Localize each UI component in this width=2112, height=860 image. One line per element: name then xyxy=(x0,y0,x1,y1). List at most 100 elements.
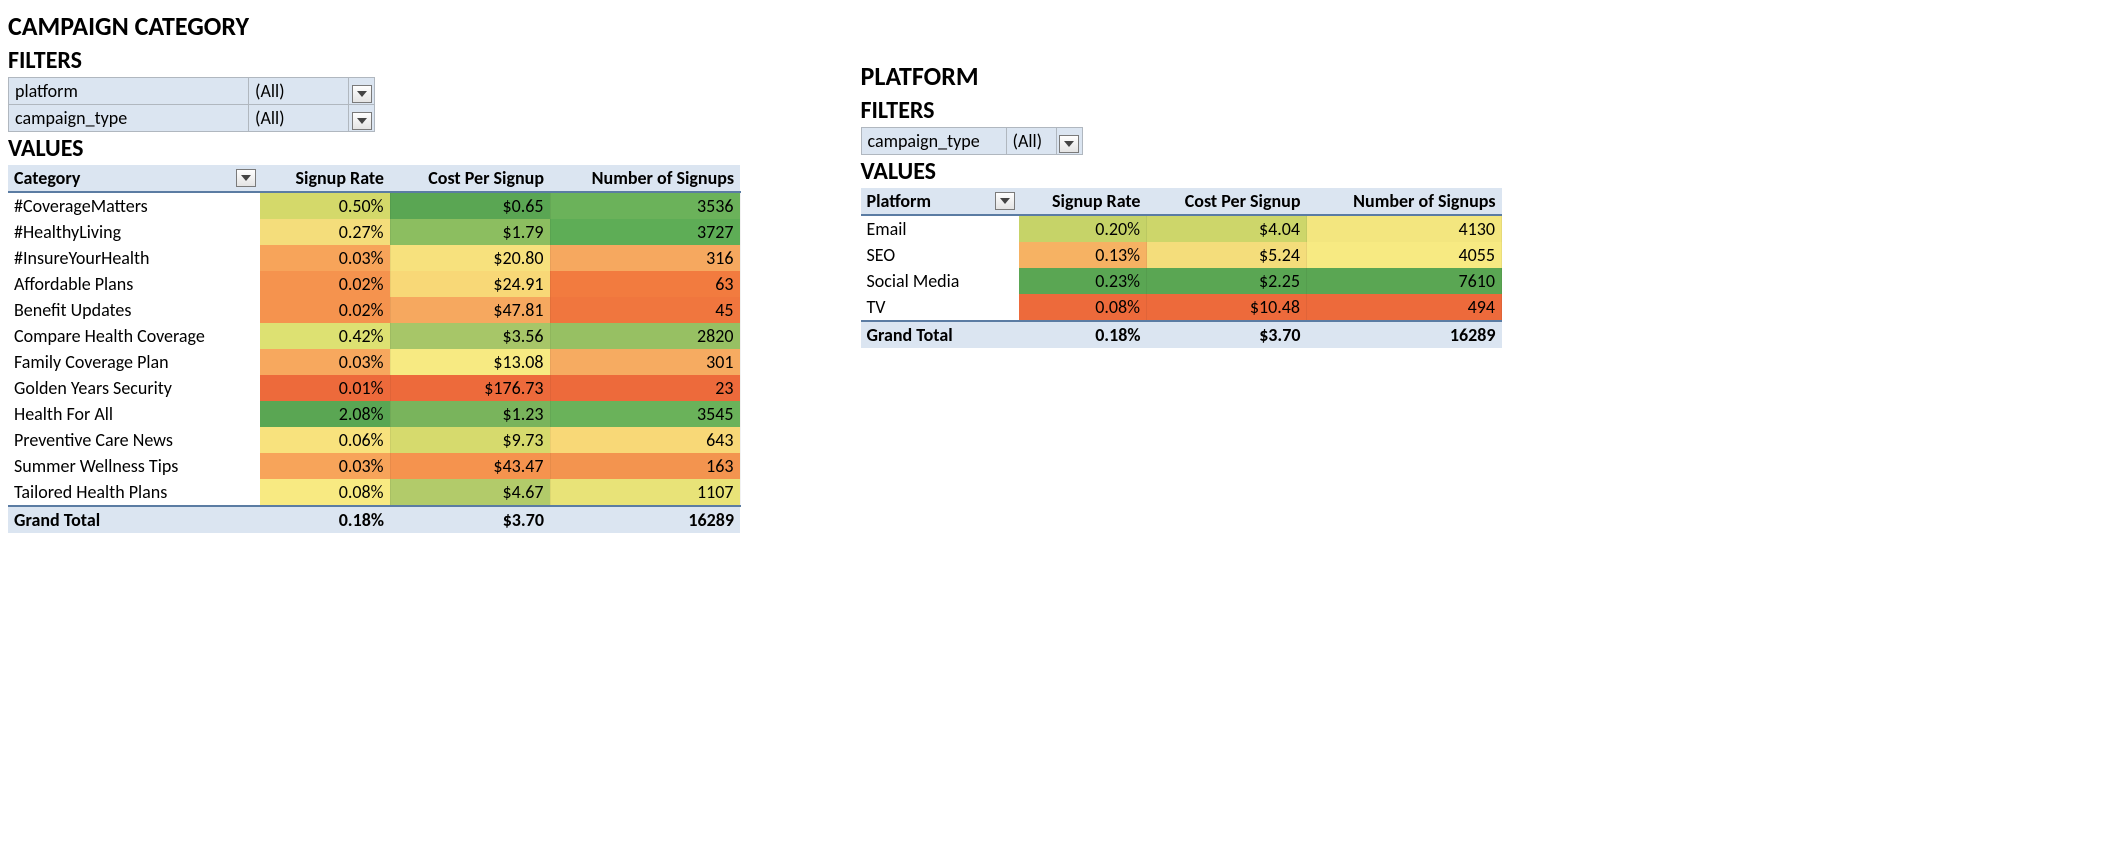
table-row: #CoverageMatters0.50%$0.653536 xyxy=(8,192,740,219)
cell-signup-rate: 0.13% xyxy=(1019,242,1147,268)
total-signups: 16289 xyxy=(1307,321,1502,348)
table-row: #InsureYourHealth0.03%$20.80316 xyxy=(8,245,740,271)
filter-dropdown-button[interactable] xyxy=(352,112,372,130)
table-row: Golden Years Security0.01%$176.7323 xyxy=(8,375,740,401)
chevron-down-icon xyxy=(357,118,367,124)
row-label: Tailored Health Plans xyxy=(8,479,260,506)
cell-signup-rate: 0.03% xyxy=(260,245,390,271)
filter-label: campaign_type xyxy=(9,105,249,132)
cell-cost-per-signup: $20.80 xyxy=(390,245,550,271)
chevron-down-icon xyxy=(357,91,367,97)
filter-value: (All) xyxy=(1006,128,1056,155)
filters-table-right: campaign_type (All) xyxy=(861,127,1083,155)
table-row: Email0.20%$4.044130 xyxy=(861,215,1502,242)
total-cost: $3.70 xyxy=(1147,321,1307,348)
table-row: Summer Wellness Tips0.03%$43.47163 xyxy=(8,453,740,479)
cell-cost-per-signup: $4.04 xyxy=(1147,215,1307,242)
table-row: Affordable Plans0.02%$24.9163 xyxy=(8,271,740,297)
cell-cost-per-signup: $2.25 xyxy=(1147,268,1307,294)
header-cost-per-signup: Cost Per Signup xyxy=(1147,188,1307,215)
cell-cost-per-signup: $1.79 xyxy=(390,219,550,245)
cell-number-of-signups: 3545 xyxy=(550,401,740,427)
cell-cost-per-signup: $4.67 xyxy=(390,479,550,506)
chevron-down-icon xyxy=(1064,141,1074,147)
cell-number-of-signups: 1107 xyxy=(550,479,740,506)
cell-signup-rate: 2.08% xyxy=(260,401,390,427)
cell-cost-per-signup: $10.48 xyxy=(1147,294,1307,321)
total-label: Grand Total xyxy=(8,506,260,533)
row-label: Summer Wellness Tips xyxy=(8,453,260,479)
cell-number-of-signups: 643 xyxy=(550,427,740,453)
cell-signup-rate: 0.02% xyxy=(260,297,390,323)
cell-cost-per-signup: $24.91 xyxy=(390,271,550,297)
total-signups: 16289 xyxy=(550,506,740,533)
chevron-down-icon xyxy=(241,175,251,181)
total-rate: 0.18% xyxy=(1019,321,1147,348)
cell-number-of-signups: 23 xyxy=(550,375,740,401)
row-label: Preventive Care News xyxy=(8,427,260,453)
cell-cost-per-signup: $9.73 xyxy=(390,427,550,453)
cell-number-of-signups: 63 xyxy=(550,271,740,297)
row-label: #InsureYourHealth xyxy=(8,245,260,271)
header-platform[interactable]: Platform xyxy=(861,188,1019,215)
header-label: Platform xyxy=(867,190,932,212)
cell-number-of-signups: 4130 xyxy=(1307,215,1502,242)
filter-dropdown-button[interactable] xyxy=(1059,135,1079,153)
filter-row-campaign-type: campaign_type (All) xyxy=(9,105,375,132)
row-label: Compare Health Coverage xyxy=(8,323,260,349)
header-cost-per-signup: Cost Per Signup xyxy=(390,165,550,192)
row-label: #CoverageMatters xyxy=(8,192,260,219)
filter-row-platform: platform (All) xyxy=(9,78,375,105)
header-number-of-signups: Number of Signups xyxy=(1307,188,1502,215)
header-number-of-signups: Number of Signups xyxy=(550,165,740,192)
filters-table-left: platform (All) campaign_type (All) xyxy=(8,77,375,132)
cell-signup-rate: 0.01% xyxy=(260,375,390,401)
table-header-row: Category Signup Rate Cost Per Signup Num… xyxy=(8,165,740,192)
cell-cost-per-signup: $13.08 xyxy=(390,349,550,375)
platform-block: PLATFORM FILTERS campaign_type (All) VAL… xyxy=(861,58,1503,348)
header-category[interactable]: Category xyxy=(8,165,260,192)
cell-number-of-signups: 163 xyxy=(550,453,740,479)
total-label: Grand Total xyxy=(861,321,1019,348)
row-label: Affordable Plans xyxy=(8,271,260,297)
table-row: Family Coverage Plan0.03%$13.08301 xyxy=(8,349,740,375)
cell-number-of-signups: 4055 xyxy=(1307,242,1502,268)
table-row: Compare Health Coverage0.42%$3.562820 xyxy=(8,323,740,349)
values-title-right: VALUES xyxy=(861,157,1503,186)
cell-cost-per-signup: $5.24 xyxy=(1147,242,1307,268)
cell-signup-rate: 0.08% xyxy=(260,479,390,506)
header-dropdown-button[interactable] xyxy=(995,192,1015,210)
cell-number-of-signups: 7610 xyxy=(1307,268,1502,294)
row-label: Golden Years Security xyxy=(8,375,260,401)
filters-title-right: FILTERS xyxy=(861,96,1503,125)
cell-signup-rate: 0.20% xyxy=(1019,215,1147,242)
table-row: Health For All2.08%$1.233545 xyxy=(8,401,740,427)
cell-signup-rate: 0.50% xyxy=(260,192,390,219)
cell-number-of-signups: 494 xyxy=(1307,294,1502,321)
cell-cost-per-signup: $0.65 xyxy=(390,192,550,219)
cell-signup-rate: 0.27% xyxy=(260,219,390,245)
cell-number-of-signups: 45 xyxy=(550,297,740,323)
grand-total-row: Grand Total 0.18% $3.70 16289 xyxy=(8,506,740,533)
cell-cost-per-signup: $47.81 xyxy=(390,297,550,323)
table-row: SEO0.13%$5.244055 xyxy=(861,242,1502,268)
cell-cost-per-signup: $43.47 xyxy=(390,453,550,479)
total-cost: $3.70 xyxy=(390,506,550,533)
row-label: Email xyxy=(861,215,1019,242)
table-row: Preventive Care News0.06%$9.73643 xyxy=(8,427,740,453)
row-label: TV xyxy=(861,294,1019,321)
row-label: Benefit Updates xyxy=(8,297,260,323)
platform-title: PLATFORM xyxy=(861,60,1503,92)
filter-dropdown-button[interactable] xyxy=(352,85,372,103)
row-label: Social Media xyxy=(861,268,1019,294)
row-label: Health For All xyxy=(8,401,260,427)
category-pivot-table: Category Signup Rate Cost Per Signup Num… xyxy=(8,165,741,533)
cell-number-of-signups: 3727 xyxy=(550,219,740,245)
total-rate: 0.18% xyxy=(260,506,390,533)
header-dropdown-button[interactable] xyxy=(236,169,256,187)
campaign-category-block: CAMPAIGN CATEGORY FILTERS platform (All)… xyxy=(8,8,741,533)
cell-number-of-signups: 2820 xyxy=(550,323,740,349)
table-row: TV0.08%$10.48494 xyxy=(861,294,1502,321)
filters-title-left: FILTERS xyxy=(8,46,741,75)
table-row: #HealthyLiving0.27%$1.793727 xyxy=(8,219,740,245)
